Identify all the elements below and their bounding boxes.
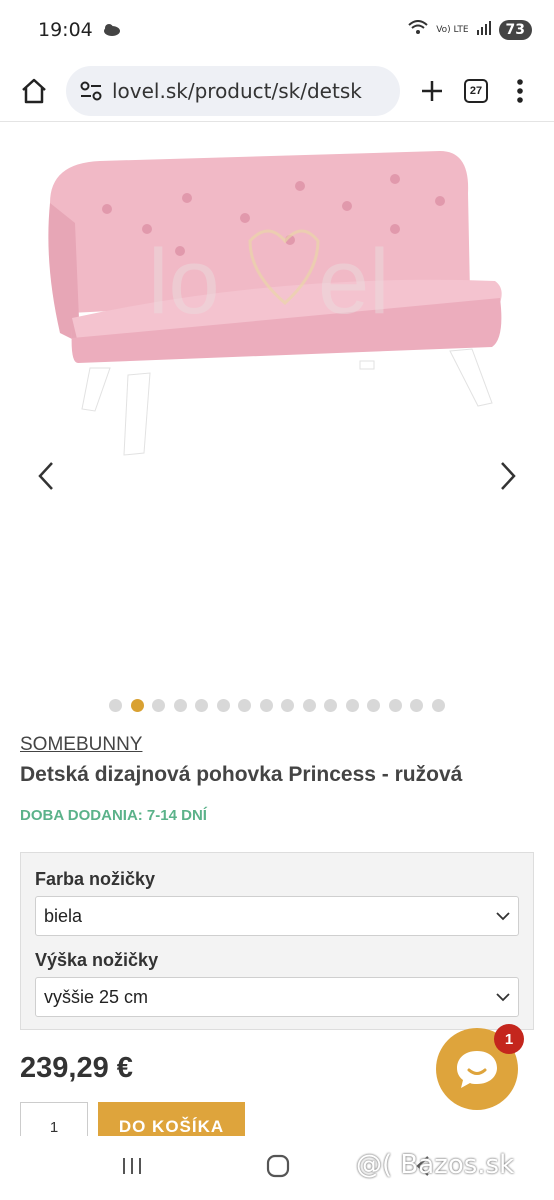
product-price: 239,29 € — [20, 1052, 133, 1084]
chat-badge: 1 — [494, 1024, 524, 1054]
chevron-left-icon — [38, 462, 53, 490]
pagination-dot[interactable] — [302, 699, 316, 712]
site-settings-icon — [80, 81, 102, 100]
svg-text:lo: lo — [148, 231, 220, 333]
leg-height-select[interactable]: vyššie 25 cm — [35, 977, 519, 1017]
browser-toolbar: lovel.sk/product/sk/detsk 27 — [0, 60, 554, 122]
pagination-dot[interactable] — [173, 699, 187, 712]
pagination-dot[interactable] — [431, 699, 445, 712]
pagination-dot[interactable] — [324, 699, 338, 712]
wifi-icon — [408, 20, 428, 40]
pagination-dot[interactable] — [109, 699, 123, 712]
clock: 19:04 — [38, 19, 93, 41]
tabs-button[interactable]: 27 — [454, 69, 498, 113]
leg-color-select[interactable]: biela — [35, 896, 519, 936]
brand-link[interactable]: SOMEBUNNY — [20, 734, 142, 756]
status-left: 19:04 — [38, 19, 121, 41]
pagination-dot[interactable] — [259, 699, 273, 712]
chevron-right-icon — [501, 462, 516, 490]
pagination-dot[interactable] — [152, 699, 166, 712]
weather-icon — [103, 19, 121, 41]
pagination-dot[interactable] — [388, 699, 402, 712]
home-button[interactable] — [12, 69, 56, 113]
home-nav-button[interactable] — [266, 1154, 290, 1183]
leg-height-label: Výška nožičky — [35, 950, 159, 970]
gallery-pagination — [0, 699, 554, 712]
pagination-dot[interactable] — [410, 699, 424, 712]
recent-apps-icon — [123, 1157, 142, 1174]
chat-button[interactable]: 1 — [436, 1024, 524, 1110]
home-circle-icon — [266, 1154, 290, 1177]
leg-color-label: Farba nožičky — [35, 869, 156, 889]
recent-apps-button[interactable] — [121, 1156, 143, 1181]
status-right: Vo) LTE 73 — [408, 20, 532, 40]
product-image-gallery[interactable]: lo el — [0, 123, 554, 688]
tab-count: 27 — [464, 78, 488, 103]
product-title: Detská dizajnová pohovka Princess - ružo… — [20, 763, 463, 786]
url-text: lovel.sk/product/sk/detsk — [112, 78, 362, 103]
pagination-dot[interactable] — [345, 699, 359, 712]
chevron-down-icon — [496, 992, 510, 1001]
pagination-dot[interactable] — [367, 699, 381, 712]
watermark: @( Bazos.sk — [356, 1150, 515, 1180]
plus-icon — [422, 80, 442, 101]
chevron-down-icon — [496, 911, 510, 920]
product-options: Farba nožičky biela Výška nožičky vyššie… — [20, 852, 534, 1030]
battery-indicator: 73 — [498, 20, 532, 40]
pagination-dot[interactable] — [281, 699, 295, 712]
svg-text:el: el — [318, 231, 390, 333]
pagination-dot[interactable] — [195, 699, 209, 712]
network-label: Vo) LTE — [436, 25, 469, 35]
home-icon — [22, 78, 46, 103]
new-tab-button[interactable] — [410, 69, 454, 113]
leg-height-value: vyššie 25 cm — [44, 986, 149, 1007]
menu-button[interactable] — [498, 69, 542, 113]
more-vert-icon — [517, 78, 523, 103]
delivery-time: DOBA DODANIA: 7-14 DNÍ — [20, 807, 207, 824]
sofa-image: lo el — [48, 151, 502, 456]
chat-icon — [457, 1051, 497, 1088]
signal-icon — [476, 21, 491, 39]
prev-image-button[interactable] — [20, 443, 72, 509]
pagination-dot[interactable] — [216, 699, 230, 712]
leg-color-value: biela — [44, 905, 83, 926]
next-image-button[interactable] — [482, 443, 534, 509]
url-bar[interactable]: lovel.sk/product/sk/detsk — [66, 65, 400, 116]
pagination-dot[interactable] — [130, 699, 144, 712]
pagination-dot[interactable] — [238, 699, 252, 712]
status-bar: 19:04 Vo) LTE 73 — [0, 0, 554, 60]
